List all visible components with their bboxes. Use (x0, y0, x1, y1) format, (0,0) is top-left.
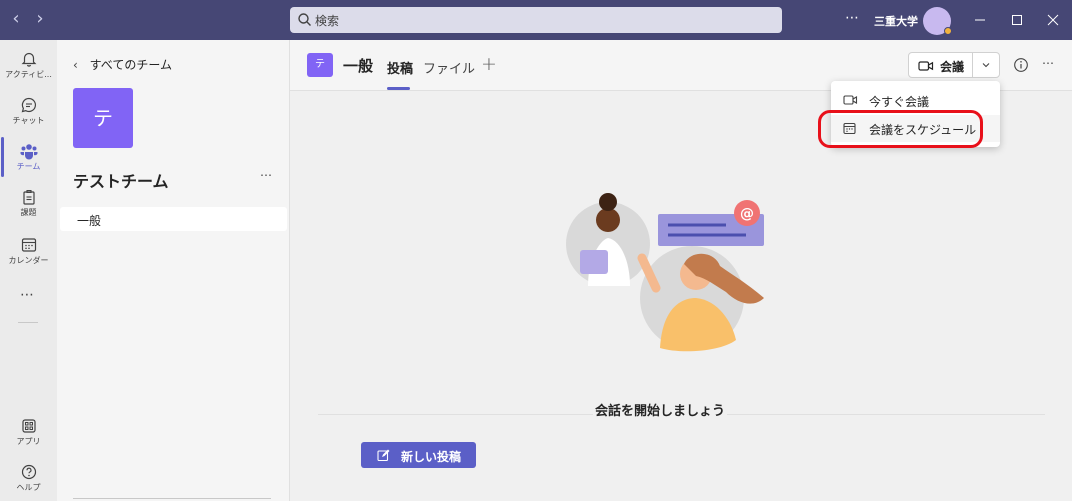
rail-divider (18, 322, 38, 323)
organization-name[interactable]: 三重大学 (874, 13, 918, 29)
apps-icon (21, 419, 36, 433)
channel-team-avatar: テ (307, 53, 333, 77)
rail-item-teams[interactable]: チーム (0, 136, 57, 180)
channel-more-options-icon[interactable]: ⋯ (1042, 56, 1055, 70)
more-apps-icon[interactable]: ⋯ (20, 287, 35, 303)
rail-label: ヘルプ (16, 483, 41, 492)
rail-label: アプリ (16, 437, 41, 446)
presence-status-icon (944, 27, 952, 35)
menu-item-label: 今すぐ会議 (869, 95, 930, 109)
app-rail: アクティビ... チャット チーム 課題 カレンダー ⋯ アプリ ヘルプ (0, 40, 57, 501)
info-icon[interactable] (1013, 57, 1029, 73)
video-camera-icon (918, 61, 934, 71)
video-camera-icon (843, 95, 858, 105)
title-bar: ‹ › 検索 ⋯ 三重大学 (0, 0, 1072, 40)
meet-label: 会議 (940, 60, 965, 74)
rail-label: チーム (16, 162, 41, 171)
chevron-right-icon[interactable]: › (30, 9, 50, 29)
close-icon[interactable] (1041, 8, 1065, 32)
meet-dropdown-button[interactable] (972, 52, 1000, 78)
divider (73, 498, 271, 499)
chevron-down-icon (982, 63, 990, 68)
new-post-button[interactable]: 新しい投稿 (361, 442, 476, 468)
channel-item-general[interactable]: 一般 (60, 207, 287, 231)
search-placeholder: 検索 (315, 14, 340, 28)
team-avatar: テ (73, 88, 133, 148)
calendar-icon (21, 238, 36, 252)
meet-button[interactable]: 会議 (908, 52, 973, 78)
rail-label: 課題 (20, 208, 37, 217)
bell-icon (21, 52, 36, 67)
back-label: すべてのチーム (89, 58, 172, 72)
tab-posts[interactable]: 投稿 (387, 58, 413, 77)
more-options-icon[interactable]: ⋯ (845, 10, 860, 26)
minimize-icon[interactable] (968, 8, 992, 32)
rail-item-activity[interactable]: アクティビ... (0, 44, 57, 88)
team-pane: ‹ すべてのチーム テ テストチーム ⋯ 一般 (57, 40, 290, 501)
maximize-icon[interactable] (1005, 8, 1029, 32)
active-tab-indicator (387, 87, 410, 90)
search-input[interactable]: 検索 (290, 7, 782, 33)
add-tab-icon[interactable]: + (481, 53, 497, 75)
rail-item-help[interactable]: ヘルプ (0, 457, 57, 501)
all-teams-back-link[interactable]: ‹ すべてのチーム (73, 56, 172, 73)
rail-item-assignments[interactable]: 課題 (0, 182, 57, 226)
rail-label: アクティビ... (5, 70, 52, 79)
chevron-left-icon[interactable]: ‹ (6, 9, 26, 29)
teams-icon (20, 144, 37, 160)
svg-text:@: @ (740, 206, 754, 222)
chat-icon (21, 97, 36, 113)
rail-label: カレンダー (8, 256, 49, 265)
highlight-annotation (818, 110, 983, 148)
team-name: テストチーム (73, 172, 169, 191)
compose-icon (377, 449, 390, 462)
empty-state-title: 会話を開始しましょう (593, 400, 728, 419)
tab-files[interactable]: ファイル (423, 58, 475, 77)
team-more-options-icon[interactable]: ⋯ (260, 168, 273, 182)
rail-label: チャット (12, 116, 45, 125)
help-icon (21, 464, 36, 480)
new-post-label: 新しい投稿 (401, 450, 462, 464)
rail-item-calendar[interactable]: カレンダー (0, 230, 57, 274)
rail-item-chat[interactable]: チャット (0, 90, 57, 134)
channel-title: 一般 (343, 57, 374, 75)
chevron-left-icon: ‹ (73, 58, 78, 72)
assignments-icon (22, 189, 35, 205)
rail-item-apps[interactable]: アプリ (0, 411, 57, 455)
search-icon (298, 13, 311, 26)
conversation-illustration: @ (566, 193, 764, 352)
